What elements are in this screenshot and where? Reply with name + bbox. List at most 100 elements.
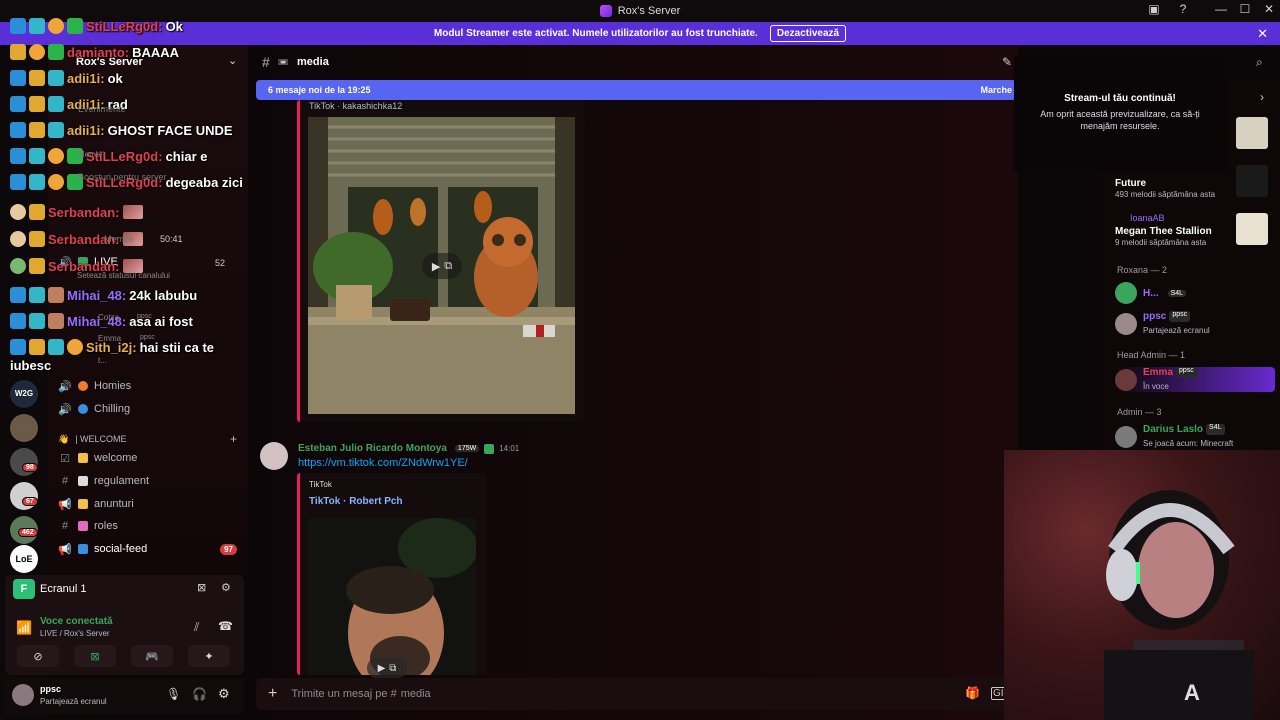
disconnect-icon[interactable]: ☎ bbox=[218, 619, 233, 633]
badge-icon bbox=[48, 174, 64, 190]
badge-icon bbox=[29, 18, 45, 34]
server-icon[interactable]: W2G bbox=[10, 380, 38, 408]
voice-channel-homies[interactable]: 🔊 Homies bbox=[58, 376, 243, 396]
stream-preview-paused: Stream-ul tău continuă! Am oprit această… bbox=[1014, 55, 1226, 173]
add-channel-icon[interactable]: + bbox=[230, 432, 237, 446]
embed-provider: TikTok bbox=[309, 480, 332, 489]
gift-icon bbox=[48, 44, 64, 60]
minimize-button[interactable]: — bbox=[1212, 2, 1230, 16]
album-art bbox=[1236, 117, 1268, 149]
embed-title-2[interactable]: TikTok · Robert Pch bbox=[309, 496, 403, 507]
camera-button[interactable]: ⊘ bbox=[17, 645, 59, 667]
user-avatar[interactable] bbox=[12, 684, 34, 706]
badge-icon bbox=[10, 70, 26, 86]
member-row[interactable]: H... S4L bbox=[1115, 282, 1187, 304]
badge-icon bbox=[10, 174, 26, 190]
channel-regulament[interactable]: # regulament bbox=[58, 471, 243, 491]
voice-user-cotza[interactable]: Cotza bbox=[98, 313, 119, 322]
server-icon[interactable] bbox=[10, 414, 38, 442]
headphones-icon[interactable]: 🎧 bbox=[192, 687, 207, 701]
sidebar-item-events[interactable]: Evenimente bbox=[78, 104, 126, 114]
channel-welcome[interactable]: ☑ welcome bbox=[58, 448, 243, 468]
share-screen-button[interactable]: ⊠ bbox=[74, 645, 116, 667]
chevron-right-icon[interactable]: › bbox=[1260, 90, 1264, 104]
help-icon[interactable]: ? bbox=[1174, 2, 1192, 16]
message-link[interactable]: https://vm.tiktok.com/ZNdWrw1YE/ bbox=[298, 457, 468, 469]
overlay-chat-line: Mihai_48: 24k labubu bbox=[10, 287, 197, 303]
new-messages-bar[interactable]: 6 mesaje noi de la 19:25 Marche bbox=[256, 80, 1016, 100]
speaker-icon: 🔊 bbox=[58, 403, 72, 416]
video-thumbnail-2[interactable] bbox=[308, 518, 476, 675]
embed-title[interactable]: TikTok · kakashichka12 bbox=[309, 101, 402, 109]
new-messages-text: 6 mesaje noi de la 19:25 bbox=[268, 85, 371, 95]
message-author[interactable]: Esteban Julio Ricardo Montoya bbox=[298, 443, 447, 454]
badge-icon bbox=[29, 204, 45, 220]
wave-icon bbox=[78, 453, 88, 463]
mark-as-read[interactable]: Marche bbox=[980, 85, 1012, 95]
category-welcome[interactable]: 👋 | WELCOME + bbox=[58, 429, 243, 449]
badge-icon bbox=[10, 313, 26, 329]
disable-streamer-mode-button[interactable]: Dezactivează bbox=[769, 25, 847, 42]
badge-icon bbox=[48, 148, 64, 164]
channel-anunturi[interactable]: 📢 anunturi bbox=[58, 494, 243, 514]
voice-status: Voce conectată bbox=[40, 616, 113, 627]
channel-name: media bbox=[297, 56, 329, 68]
member-row[interactable]: Emma ppsc În voce bbox=[1115, 367, 1275, 392]
microphone-icon[interactable]: 🎙 bbox=[166, 687, 181, 701]
stream-settings-icon[interactable]: ⚙ bbox=[221, 581, 231, 594]
play-button[interactable]: ▶ ⧉ bbox=[422, 253, 462, 279]
play-button[interactable]: ▶ ⧉ bbox=[367, 657, 407, 679]
badge-icon bbox=[10, 339, 26, 355]
album-art bbox=[1236, 165, 1268, 197]
emote-icon bbox=[122, 205, 143, 219]
voice-channel-chilling[interactable]: 🔊 Chilling bbox=[58, 399, 243, 419]
mention-badge: 98 bbox=[22, 463, 38, 472]
badge-icon bbox=[29, 287, 45, 303]
threads-icon[interactable]: ✎ bbox=[1002, 55, 1012, 69]
badge-icon bbox=[29, 174, 45, 190]
chevron-down-icon[interactable]: ⌄ bbox=[228, 54, 237, 67]
maximize-button[interactable]: ☐ bbox=[1236, 2, 1254, 16]
voice-user-tag: ppsc bbox=[140, 334, 155, 341]
member-row[interactable]: ppsc ppsc Partajează ecranul bbox=[1115, 311, 1210, 336]
search-icon[interactable]: ⌕ bbox=[1256, 55, 1263, 70]
gift-icon[interactable]: 🎁 bbox=[965, 686, 980, 700]
voice-user-emma[interactable]: Emma bbox=[98, 334, 121, 343]
set-channel-status[interactable]: Setează statusul canalului bbox=[77, 271, 170, 280]
message-composer[interactable]: + Trimite un mesaj pe # media bbox=[256, 678, 1011, 710]
badge-icon bbox=[48, 339, 64, 355]
member-status: Se joacă acum: Minecraft bbox=[1143, 439, 1234, 448]
stop-stream-icon[interactable]: ⊠ bbox=[197, 581, 206, 594]
sidebar-item-boosts[interactable]: Boosturi pentru server bbox=[78, 172, 167, 182]
activity-user[interactable]: IoanaAB bbox=[1130, 213, 1165, 223]
avatar bbox=[1115, 282, 1137, 304]
voice-channel-name[interactable]: LIVE / Rox's Server bbox=[40, 629, 110, 638]
close-window-button[interactable]: ✕ bbox=[1260, 2, 1278, 16]
activity-sub: 493 melodii săptămâna asta bbox=[1115, 190, 1216, 199]
soundboard-button[interactable]: ✦ bbox=[188, 645, 230, 667]
close-banner-icon[interactable]: ✕ bbox=[1257, 26, 1268, 42]
sidebar-item-members[interactable]: Membri bbox=[78, 150, 105, 159]
author-avatar[interactable] bbox=[260, 442, 288, 470]
activity-sub: 9 melodii săptămâna asta bbox=[1115, 238, 1207, 247]
noise-suppression-icon[interactable]: ⫽ bbox=[194, 620, 199, 635]
server-icon[interactable]: LoE bbox=[10, 545, 38, 573]
inbox-icon[interactable]: ▣ bbox=[1145, 2, 1163, 16]
activity-button[interactable]: 🎮 bbox=[131, 645, 173, 667]
feed-icon bbox=[78, 544, 88, 554]
channel-roles[interactable]: # roles bbox=[58, 516, 243, 536]
sidebar-item-membe[interactable]: Membe bbox=[104, 234, 134, 244]
member-row[interactable]: Darius Laslo S4L Se joacă acum: Minecraft bbox=[1115, 424, 1233, 449]
composer-placeholder: Trimite un mesaj pe # bbox=[291, 688, 397, 700]
overlay-chat-line: Serbandan: bbox=[10, 204, 143, 220]
add-attachment-icon[interactable]: + bbox=[268, 685, 277, 703]
channel-social-feed[interactable]: 📢 social-feed 97 bbox=[58, 539, 243, 559]
play-icon: ▶ bbox=[431, 260, 441, 273]
avatar bbox=[1115, 368, 1137, 391]
message-header: Esteban Julio Ricardo Montoya 175W 14:01 bbox=[298, 443, 519, 454]
voice-user-more[interactable]: t... bbox=[98, 356, 107, 365]
avatar bbox=[1115, 425, 1137, 448]
activity-title: Future bbox=[1115, 178, 1147, 189]
external-link-icon: ⧉ bbox=[389, 662, 397, 674]
user-settings-gear-icon[interactable]: ⚙ bbox=[218, 686, 230, 702]
